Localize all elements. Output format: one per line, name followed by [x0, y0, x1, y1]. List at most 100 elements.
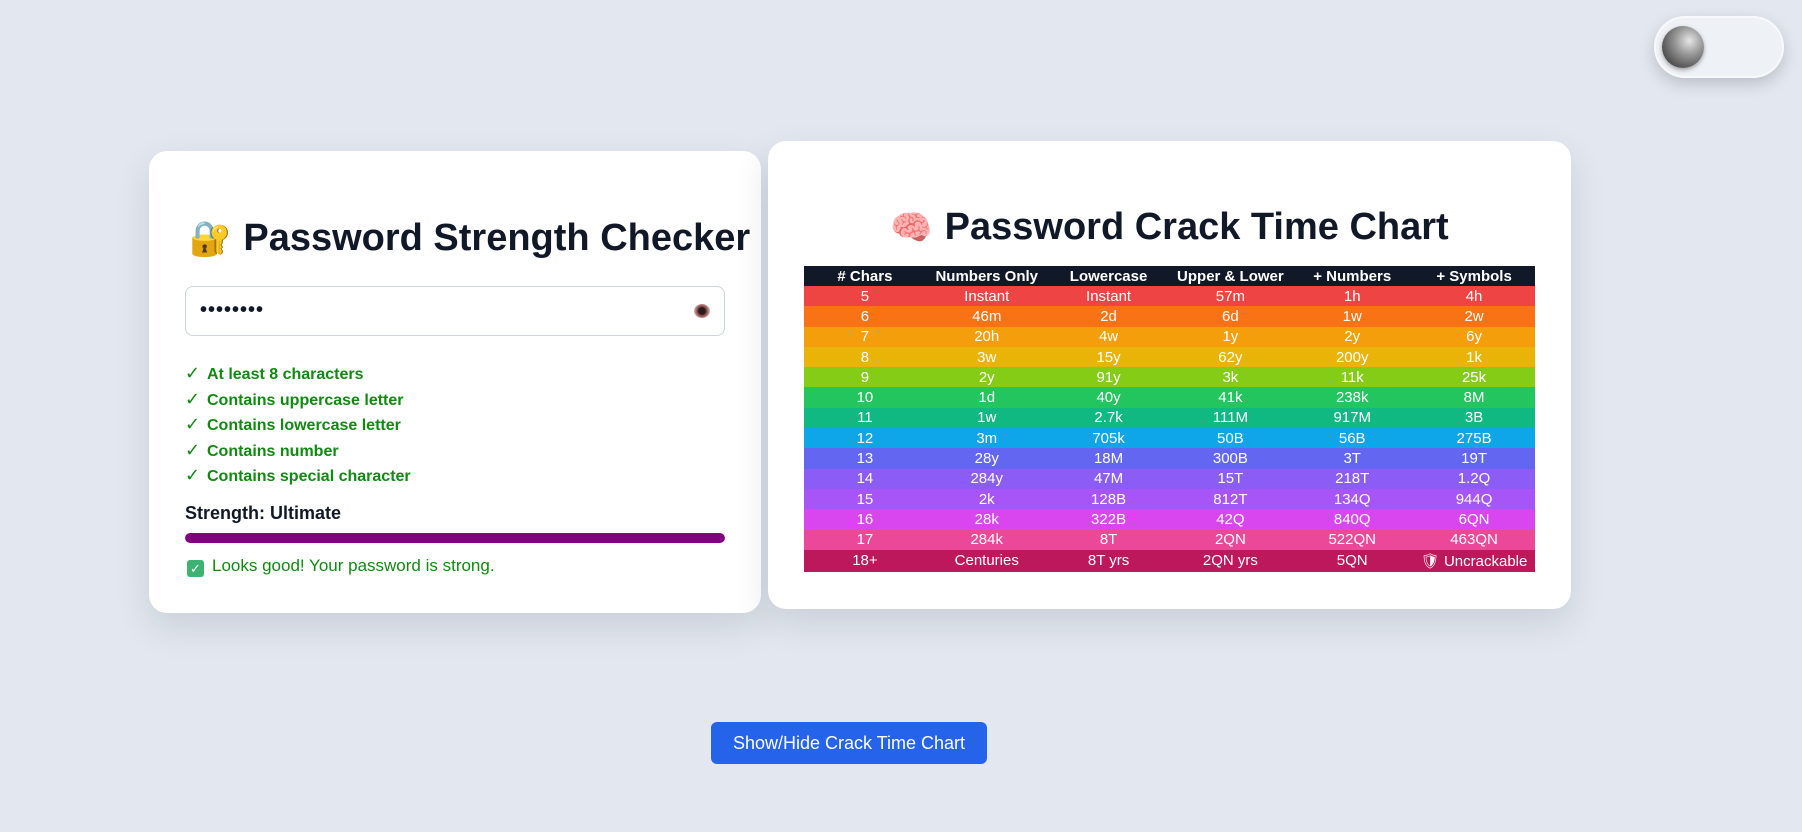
criteria-item: ✓ Contains lowercase letter	[185, 412, 411, 438]
table-cell: 1d	[978, 389, 996, 407]
table-row: 12 3m 705k 50B 56B 275B	[804, 428, 1535, 449]
checker-title: 🔐 Password Strength Checker	[189, 217, 750, 260]
table-cell: 1.2Q	[1457, 470, 1491, 488]
table-cell: 12	[856, 429, 874, 447]
table-cell: 111M	[1212, 409, 1249, 427]
table-cell: 2y	[1344, 328, 1361, 346]
table-row: 9 2y 91y 3k 11k 25k	[804, 367, 1535, 388]
table-cell: 1w	[1342, 307, 1362, 325]
eye-icon[interactable]	[694, 304, 710, 318]
toggle-chart-button[interactable]: Show/Hide Crack Time Chart	[711, 722, 987, 764]
toggle-knob[interactable]	[1662, 26, 1704, 68]
table-cell: 91y	[1096, 368, 1121, 386]
table-cell: 4w	[1098, 328, 1119, 346]
table-cell: 3k	[1222, 368, 1239, 386]
criteria-label: Contains lowercase letter	[207, 417, 401, 434]
criteria-label: At least 8 characters	[207, 366, 364, 383]
table-cell: 41k	[1218, 389, 1243, 407]
table-cell: 28k	[974, 510, 999, 528]
table-cell: 275B	[1456, 429, 1492, 447]
table-cell: 8	[860, 348, 870, 366]
table-cell: 56B	[1338, 429, 1366, 447]
table-cell: 4h	[1465, 287, 1483, 305]
table-row: 6 46m 2d 6d 1w 2w	[804, 306, 1535, 327]
table-cell: 812T	[1213, 490, 1248, 508]
table-row: 5 Instant Instant 57m 1h 4h	[804, 286, 1535, 307]
table-cell: 18+	[852, 552, 878, 570]
table-cell: 15	[856, 490, 874, 508]
table-cell: 62y	[1218, 348, 1243, 366]
criteria-label: Contains special character	[207, 468, 411, 485]
strength-bar-fill	[185, 533, 725, 543]
column-header: Upper & Lower	[1169, 266, 1292, 286]
table-cell: 9	[860, 368, 870, 386]
table-row: 10 1d 40y 41k 238k 8M	[804, 387, 1535, 408]
table-cell: 8T	[1099, 531, 1118, 549]
lock-key-icon: 🔐	[189, 220, 232, 258]
theme-toggle[interactable]	[1654, 16, 1784, 78]
table-cell: 6d	[1222, 307, 1239, 325]
table-cell: 2QN yrs	[1202, 552, 1258, 570]
table-cell: 7	[860, 328, 870, 346]
checker-title-text: Password Strength Checker	[243, 217, 751, 259]
table-cell: 522QN	[1328, 531, 1376, 549]
table-cell: 238k	[1335, 389, 1369, 407]
table-header-row: # Chars Numbers Only Lowercase Upper & Lowe…	[804, 266, 1535, 286]
table-cell: 3m	[976, 429, 998, 447]
table-cell: 1h	[1343, 287, 1361, 305]
table-row: 13 28y 18M 300B 3T 19T	[804, 448, 1535, 469]
table-cell: 1w	[977, 409, 997, 427]
column-header: + Numbers	[1291, 266, 1414, 286]
table-cell: 944Q	[1455, 490, 1493, 508]
table-cell: 3w	[977, 348, 997, 366]
table-cell: 463QN	[1450, 531, 1498, 549]
table-cell: 19T	[1461, 450, 1487, 468]
table-cell: 8T yrs	[1087, 552, 1130, 570]
table-cell: Centuries	[954, 552, 1019, 570]
feedback-text: Looks good! Your password is strong.	[212, 556, 495, 575]
checkmark-icon: ✓	[185, 439, 201, 460]
brain-icon: 🧠	[890, 209, 933, 247]
check-box-icon: ✓	[187, 560, 204, 577]
table-cell: 134Q	[1333, 490, 1371, 508]
table-cell: 10	[856, 389, 874, 407]
password-input[interactable]: ••••••••	[185, 286, 725, 336]
table-cell: 6y	[1466, 328, 1482, 346]
table-cell: 13	[856, 450, 874, 468]
crack-time-table: # Chars Numbers Only Lowercase Upper & Lowe…	[804, 266, 1535, 572]
table-cell: 300B	[1212, 450, 1248, 468]
table-cell: 16	[856, 510, 874, 528]
table-cell: 705k	[1092, 429, 1125, 447]
table-cell: 1k	[1466, 348, 1482, 366]
table-cell: 🛡 Uncrackable	[1420, 552, 1528, 570]
criteria-item: ✓ Contains special character	[185, 463, 411, 489]
table-cell: 50B	[1217, 429, 1244, 447]
column-header: + Symbols	[1413, 266, 1535, 286]
password-value[interactable]: ••••••••	[200, 299, 264, 322]
table-cell: 47M	[1093, 470, 1124, 488]
table-cell: 2QN	[1214, 531, 1246, 549]
table-cell: 20h	[974, 328, 1000, 346]
criteria-label: Contains uppercase letter	[207, 391, 404, 409]
checkmark-icon: ✓	[185, 363, 201, 383]
table-cell: 917M	[1333, 409, 1371, 427]
criteria-item: ✓ At least 8 characters	[185, 361, 411, 387]
criteria-list: ✓ At least 8 characters ✓ Contains uppercas…	[185, 361, 411, 489]
table-cell: 322B	[1091, 510, 1127, 528]
table-row: 16 28k 322B 42Q 840Q 6QN	[804, 509, 1535, 530]
table-cell: 2y	[978, 368, 995, 386]
table-cell: 11	[857, 409, 873, 427]
table-cell: 284y	[970, 470, 1003, 488]
table-cell: 15y	[1096, 348, 1121, 366]
table-cell: 11k	[1340, 368, 1364, 386]
table-cell: 6QN	[1458, 510, 1490, 528]
table-cell: 17	[856, 531, 874, 549]
table-cell: 1y	[1222, 328, 1239, 346]
feedback-message: ✓ Looks good! Your password is strong.	[187, 556, 495, 577]
table-cell: Instant	[964, 287, 1010, 305]
checkmark-icon: ✓	[185, 465, 201, 485]
table-cell: 14	[856, 470, 874, 488]
table-cell: 18M	[1093, 450, 1124, 468]
criteria-item: ✓ Contains uppercase letter	[185, 387, 411, 413]
table-cell: 8M	[1463, 389, 1485, 407]
